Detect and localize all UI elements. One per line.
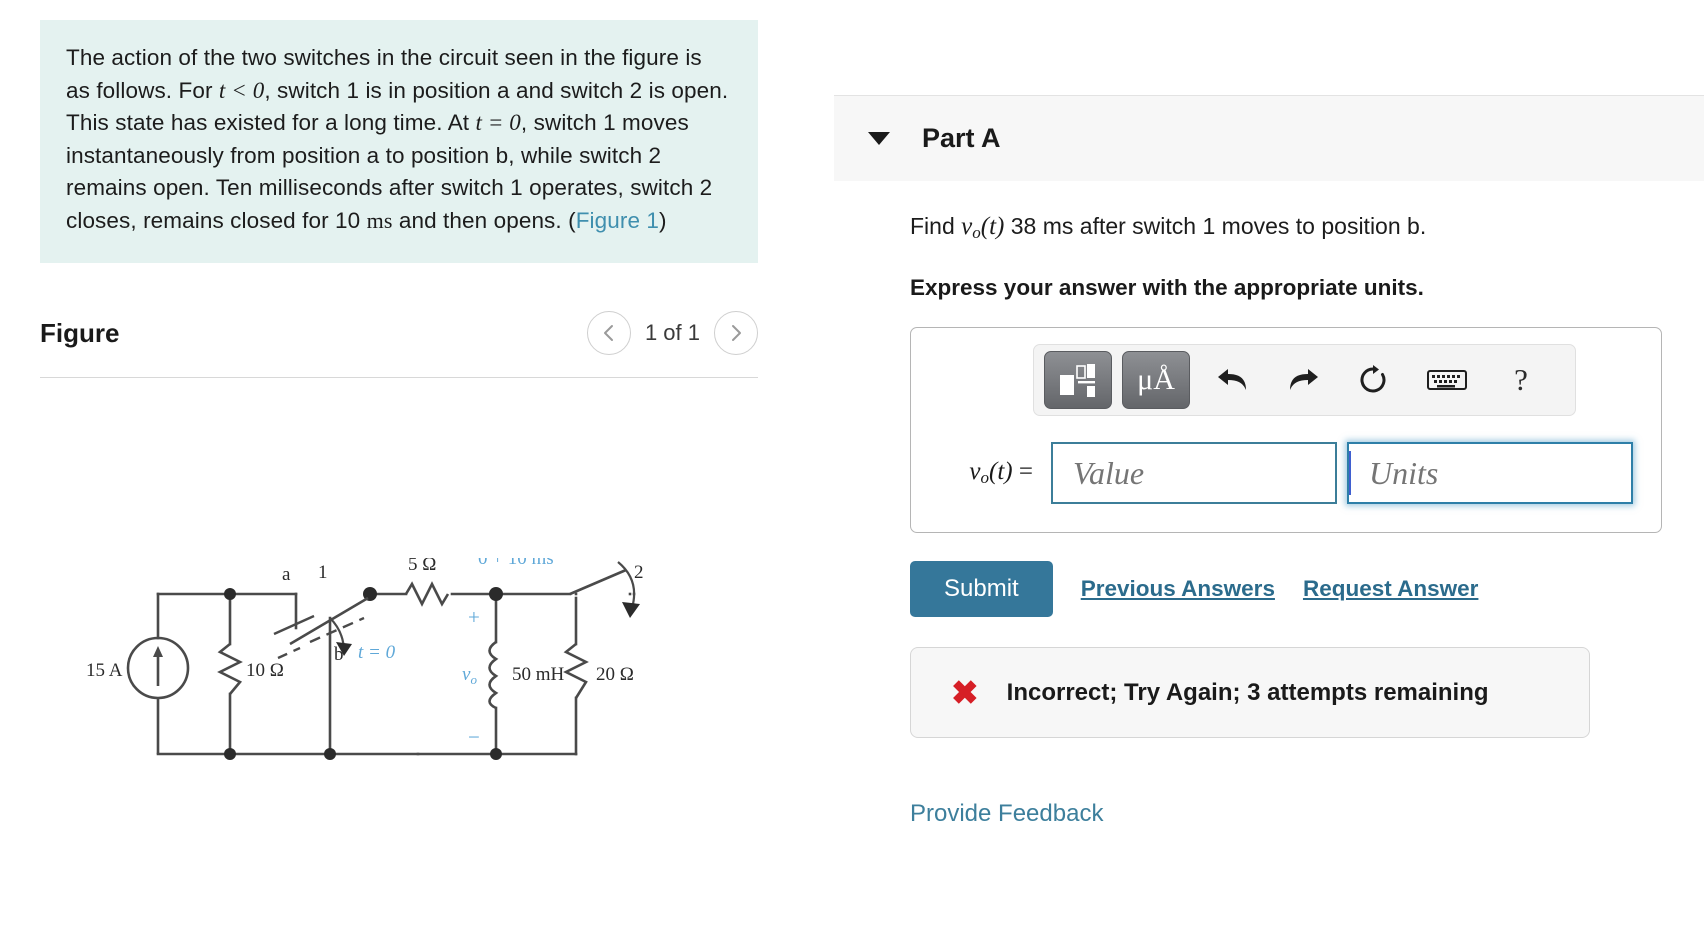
redo-icon[interactable] — [1270, 352, 1336, 408]
reset-circular-arrow-glyph — [1360, 365, 1386, 393]
value-input[interactable] — [1051, 442, 1337, 504]
circuit-diagram-svg: 15 A 10 Ω 5 Ω 50 mH 20 Ω a 1 b t = 0 2 0… — [86, 558, 644, 760]
mu-angstrom-label: μÅ — [1137, 363, 1175, 396]
x-mark-icon: ✖ — [951, 674, 979, 711]
answer-field-row: vo(t) = — [911, 442, 1661, 504]
answer-label-t: (t) — [989, 458, 1013, 485]
answer-entry-panel: μÅ ? vo(t) = Value Units — [910, 327, 1662, 533]
math-t-less-than-zero: t < 0 — [218, 77, 265, 103]
keyboard-glyph — [1427, 370, 1467, 390]
submit-button[interactable]: Submit — [910, 561, 1053, 617]
undo-arrow-glyph — [1218, 369, 1246, 390]
part-a-body: Find vo(t) 38 ms after switch 1 moves to… — [834, 181, 1704, 828]
provide-feedback-link[interactable]: Provide Feedback — [910, 800, 1704, 828]
question-variable-subscript: o — [972, 223, 981, 242]
switch1-contact-b-dash — [277, 646, 301, 660]
switch1-node-b-label: b — [334, 644, 344, 665]
template-icon[interactable] — [1044, 351, 1112, 409]
problem-statement: The action of the two switches in the ci… — [40, 20, 758, 263]
figure-header: Figure 1 of 1 — [40, 311, 758, 378]
vo-label: vo — [462, 664, 477, 687]
answer-label-equals: = — [1018, 458, 1033, 485]
switch1-node-a-label: a — [282, 564, 291, 585]
feedback-banner: ✖ Incorrect; Try Again; 3 attempts remai… — [910, 647, 1590, 738]
vo-plus-sign: + — [468, 605, 480, 629]
part-a-title: Part A — [922, 123, 1001, 153]
switch2-arrow — [622, 602, 640, 618]
resistor-20-ohm-label: 20 Ω — [596, 664, 634, 685]
caret-down-icon[interactable] — [868, 132, 890, 145]
problem-text-part5: ) — [659, 207, 667, 233]
answer-field-label: vo(t) = — [941, 458, 1033, 488]
figure-prev-button[interactable] — [586, 311, 631, 355]
template-glyph — [1060, 364, 1095, 397]
switch2-arc — [617, 561, 636, 609]
resistor-5-ohm-symbol — [404, 581, 450, 607]
node-dot-bottom-left — [224, 748, 236, 760]
units-mu-angstrom-icon[interactable]: μÅ — [1122, 351, 1190, 409]
left-content: The action of the two switches in the ci… — [40, 20, 766, 818]
resistor-10-ohm-label: 10 Ω — [246, 660, 284, 681]
source-label: 15 A — [86, 660, 123, 681]
chevron-right-icon — [732, 325, 741, 341]
answer-label-subscript: o — [980, 468, 990, 487]
resistor-20-ohm-symbol — [563, 642, 589, 699]
switch1-label: 1 — [318, 562, 328, 583]
chevron-left-icon — [603, 325, 613, 341]
node-dot-bottom-output — [490, 748, 502, 760]
node-dot-bottom-mid — [324, 748, 336, 760]
answer-actions: Submit Previous Answers Request Answer — [910, 561, 1704, 617]
math-toolbar: μÅ ? — [1033, 344, 1576, 416]
switch2-time-label: 0 + 10 ms — [478, 558, 554, 569]
problem-text-part4: and then opens. ( — [392, 207, 576, 233]
unit-milliseconds: ms — [366, 207, 393, 233]
question-prefix: Find — [910, 213, 962, 239]
keyboard-icon[interactable] — [1410, 352, 1484, 408]
question-variable-v: v — [961, 213, 973, 240]
redo-arrow-glyph — [1290, 369, 1318, 390]
switch2-blade — [569, 568, 627, 596]
inductor-50mh-symbol — [488, 640, 499, 710]
node-dot-output — [489, 587, 503, 601]
feedback-message: Incorrect; Try Again; 3 attempts remaini… — [1006, 678, 1489, 706]
units-input[interactable] — [1347, 442, 1633, 504]
help-question-mark: ? — [1514, 362, 1528, 397]
switch1-blade-dashed — [309, 616, 365, 644]
resistor-10-ohm-symbol — [217, 642, 243, 695]
undo-icon[interactable] — [1200, 352, 1266, 408]
math-t-equals-zero: t = 0 — [475, 110, 521, 135]
text-cursor — [1349, 451, 1351, 495]
question-variable-t: (t) — [980, 213, 1005, 240]
resistor-5-ohm-label: 5 Ω — [408, 558, 436, 575]
question-suffix: 38 ms after switch 1 moves to position b… — [1004, 213, 1427, 239]
answer-label-v: v — [969, 458, 981, 485]
previous-answers-link[interactable]: Previous Answers — [1081, 576, 1275, 602]
switch2-label: 2 — [634, 562, 644, 583]
figure-navigation: 1 of 1 — [586, 311, 758, 355]
t-equals-zero-label: t = 0 — [358, 642, 396, 663]
question-prompt: Find vo(t) 38 ms after switch 1 moves to… — [910, 211, 1704, 248]
units-instruction: Express your answer with the appropriate… — [910, 275, 1424, 300]
circuit-figure: 15 A 10 Ω 5 Ω 50 mH 20 Ω a 1 b t = 0 2 0… — [40, 418, 758, 818]
right-pane: Part A Find vo(t) 38 ms after switch 1 m… — [780, 0, 1704, 936]
node-dot-top-left — [224, 588, 236, 600]
switch1-contact-a — [273, 614, 315, 636]
inductor-50mh-label: 50 mH — [512, 664, 565, 685]
reset-icon[interactable] — [1340, 352, 1406, 408]
help-icon[interactable]: ? — [1488, 352, 1554, 408]
figure-next-button[interactable] — [714, 311, 758, 355]
figure-count-label: 1 of 1 — [644, 320, 700, 345]
left-pane: The action of the two switches in the ci… — [0, 0, 780, 936]
figure-title: Figure — [40, 317, 120, 348]
problem-page: The action of the two switches in the ci… — [0, 0, 1704, 936]
vo-minus-sign: − — [468, 725, 480, 749]
units-input-wrapper — [1337, 442, 1633, 504]
part-a-header[interactable]: Part A — [834, 95, 1704, 181]
request-answer-link[interactable]: Request Answer — [1303, 576, 1478, 602]
figure-1-link[interactable]: Figure 1 — [576, 208, 659, 233]
